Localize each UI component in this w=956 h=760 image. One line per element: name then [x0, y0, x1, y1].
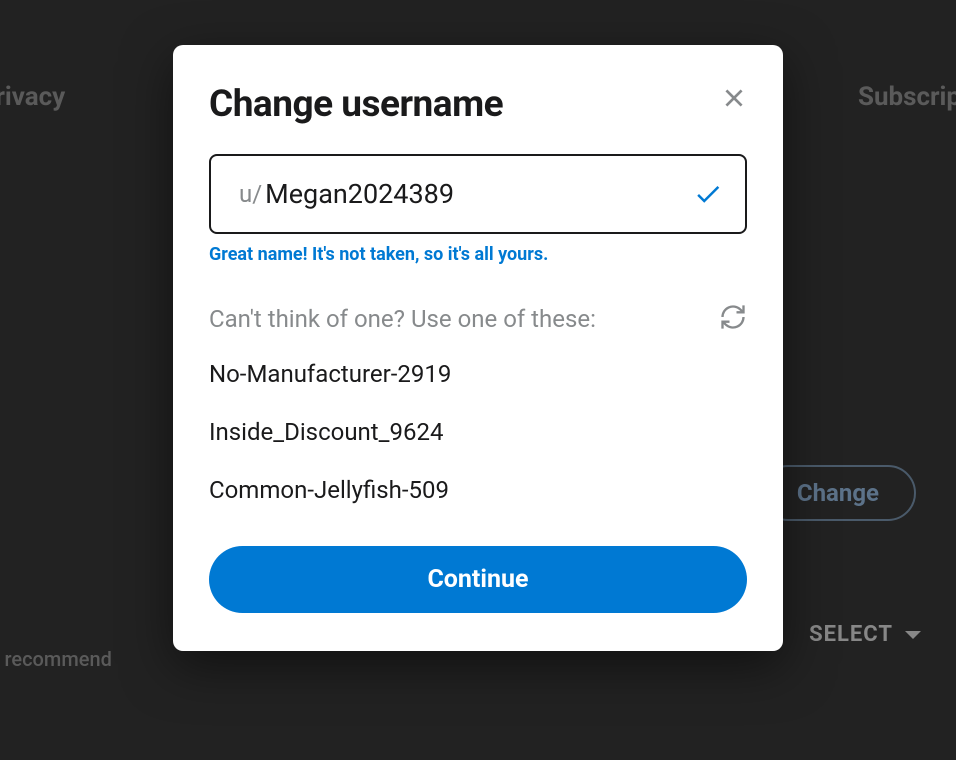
close-button[interactable]	[721, 85, 747, 114]
validation-message: Great name! It's not taken, so it's all …	[209, 244, 747, 265]
suggestions-header: Can't think of one? Use one of these:	[209, 303, 747, 334]
suggestion-item[interactable]: Common-Jellyfish-509	[209, 476, 747, 504]
suggestions-list: No-Manufacturer-2919 Inside_Discount_962…	[209, 360, 747, 504]
check-icon	[693, 179, 723, 209]
modal-header: Change username	[209, 83, 747, 126]
username-prefix: u/	[239, 180, 262, 208]
change-username-modal: Change username u/ Great name! It's not …	[173, 45, 783, 651]
modal-overlay[interactable]: Change username u/ Great name! It's not …	[0, 0, 956, 760]
suggestion-item[interactable]: No-Manufacturer-2919	[209, 360, 747, 388]
suggestion-item[interactable]: Inside_Discount_9624	[209, 418, 747, 446]
continue-button[interactable]: Continue	[209, 546, 747, 613]
modal-title: Change username	[209, 83, 503, 126]
suggestions-label: Can't think of one? Use one of these:	[209, 305, 596, 333]
refresh-icon	[719, 303, 747, 331]
close-icon	[721, 85, 747, 111]
refresh-suggestions-button[interactable]	[719, 303, 747, 334]
username-input-container[interactable]: u/	[209, 154, 747, 234]
username-input[interactable]	[265, 178, 693, 210]
